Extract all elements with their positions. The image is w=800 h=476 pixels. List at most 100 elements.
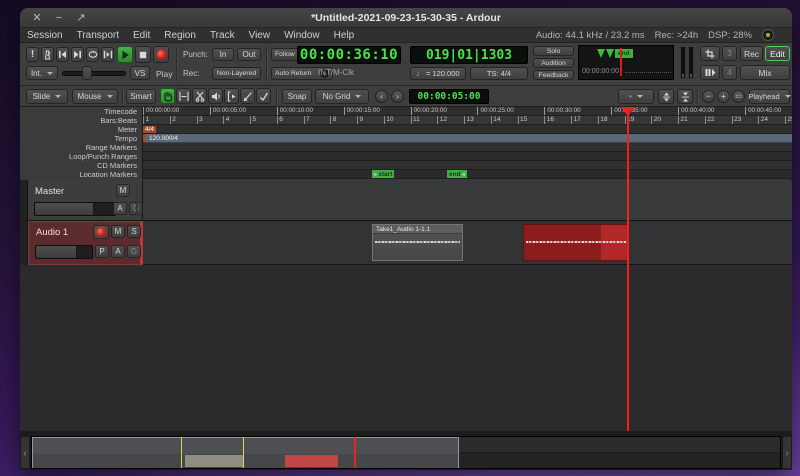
nudge-forward-button[interactable]: › bbox=[391, 90, 404, 103]
range-markers-ruler[interactable] bbox=[143, 143, 792, 152]
shuttle-handle[interactable] bbox=[82, 66, 92, 80]
mixer-page-button[interactable]: Mix bbox=[740, 65, 790, 80]
monitor-button[interactable]: Feedback bbox=[533, 70, 574, 80]
menu-item[interactable]: Track bbox=[203, 28, 242, 43]
script-action-3-button[interactable]: 3 bbox=[722, 46, 737, 61]
shuttle-track[interactable] bbox=[62, 71, 126, 76]
monitor-button[interactable]: Solo bbox=[533, 46, 574, 56]
region-recording[interactable] bbox=[523, 224, 629, 261]
editor-page-button[interactable]: Edit bbox=[765, 46, 790, 61]
snap-button[interactable]: Snap bbox=[282, 89, 312, 104]
menu-item[interactable]: Help bbox=[327, 28, 362, 43]
grab-tool-button[interactable] bbox=[160, 88, 175, 104]
secondary-clock[interactable]: 019|01|1303 bbox=[410, 46, 528, 64]
edit-mode-dropdown[interactable]: Slide bbox=[26, 89, 68, 104]
track-group-strip[interactable] bbox=[20, 180, 28, 265]
meter-marker[interactable]: 4/4 bbox=[143, 126, 156, 134]
nudge-clock[interactable]: 00:00:05:00 bbox=[409, 89, 489, 104]
cut-tool-button[interactable] bbox=[192, 88, 207, 104]
smart-mode-button[interactable]: Smart bbox=[126, 89, 156, 104]
editor-canvas[interactable] bbox=[20, 265, 792, 431]
expand-tracks-button[interactable] bbox=[677, 89, 693, 104]
record-mode-button[interactable]: Non-Layered bbox=[212, 67, 261, 80]
marker-visibility-dropdown[interactable]: • bbox=[618, 89, 654, 104]
master-track-name[interactable]: Master bbox=[35, 186, 64, 197]
menu-item[interactable]: Edit bbox=[126, 28, 157, 43]
loop-button[interactable] bbox=[86, 47, 99, 62]
audio1-track-name[interactable]: Audio 1 bbox=[36, 227, 68, 238]
audio1-group-button[interactable]: G bbox=[127, 245, 141, 258]
zoom-out-button[interactable]: − bbox=[702, 90, 715, 103]
tempo-ruler[interactable]: 120.000/4 bbox=[143, 134, 792, 143]
edit-point-tool-button[interactable] bbox=[256, 88, 271, 104]
start-marker[interactable]: ▸start bbox=[372, 170, 394, 179]
vari-speed-button[interactable]: VS bbox=[130, 66, 150, 80]
mini-end-marker[interactable]: end bbox=[615, 49, 633, 58]
punch-out-button[interactable]: Out bbox=[237, 48, 261, 61]
menu-item[interactable]: Window bbox=[277, 28, 327, 43]
ruler-label[interactable]: Timecode bbox=[20, 107, 142, 116]
monitor-button[interactable]: Audition bbox=[533, 58, 574, 68]
zoom-focus-dropdown[interactable]: Playhead bbox=[749, 89, 790, 104]
ruler-label[interactable]: Range Markers bbox=[20, 143, 142, 152]
audio1-gain-fader[interactable] bbox=[35, 245, 93, 259]
summary-view[interactable] bbox=[31, 436, 781, 469]
timecode-ruler[interactable]: 00:00:00:0000:00:05:0000:00:10:0000:00:1… bbox=[143, 107, 792, 116]
menu-item[interactable]: Region bbox=[157, 28, 203, 43]
audition-tool-button[interactable] bbox=[208, 88, 223, 104]
draw-tool-button[interactable] bbox=[240, 88, 255, 104]
recorder-page-button[interactable]: Rec bbox=[740, 46, 763, 61]
ruler-label[interactable]: Loop/Punch Ranges bbox=[20, 152, 142, 161]
master-gain-fader[interactable] bbox=[34, 202, 116, 216]
tempo-marker[interactable]: 120.000/4 bbox=[147, 135, 180, 143]
end-marker[interactable]: end◂ bbox=[447, 170, 467, 179]
summary-scroll-right-button[interactable]: › bbox=[782, 436, 792, 469]
script-action-4-button[interactable]: 4 bbox=[722, 65, 737, 80]
cue-markers-button[interactable] bbox=[700, 46, 720, 61]
ruler-label[interactable]: Meter bbox=[20, 125, 142, 134]
location-markers-ruler[interactable]: ▸start end◂ bbox=[143, 170, 792, 179]
time-signature-button[interactable]: TS: 4/4 bbox=[470, 67, 528, 80]
menu-item[interactable]: Transport bbox=[70, 28, 126, 43]
range-tool-button[interactable] bbox=[176, 88, 191, 104]
loop-punch-ruler[interactable] bbox=[143, 152, 792, 161]
menu-item[interactable]: Session bbox=[20, 28, 70, 43]
meterbridge-button[interactable] bbox=[700, 65, 720, 80]
metronome-button[interactable] bbox=[41, 47, 54, 62]
tempo-button[interactable]: ♩ = 120.000 bbox=[410, 67, 466, 80]
region-take1[interactable]: Take1_Audio 1-1.1 bbox=[372, 224, 463, 261]
grid-mode-dropdown[interactable]: No Grid bbox=[315, 89, 369, 104]
master-track-header[interactable]: Master M A G bbox=[28, 180, 143, 221]
primary-clock[interactable]: 00:00:36:10 bbox=[297, 46, 401, 64]
go-to-start-button[interactable] bbox=[56, 47, 69, 62]
play-range-button[interactable] bbox=[101, 47, 114, 62]
master-automation-button[interactable]: A bbox=[113, 202, 127, 215]
cd-markers-ruler[interactable] bbox=[143, 161, 792, 170]
ruler-label[interactable]: CD Markers bbox=[20, 161, 142, 170]
meter-ruler[interactable]: 4/4 bbox=[143, 125, 792, 134]
audio1-playlist-button[interactable]: P bbox=[95, 245, 109, 258]
ruler-label[interactable]: Bars:Beats bbox=[20, 116, 142, 125]
ruler-label[interactable]: Location Markers bbox=[20, 170, 142, 179]
record-arm-button[interactable] bbox=[153, 46, 169, 63]
audio1-track-lane[interactable]: Take1_Audio 1-1.1 bbox=[143, 221, 792, 265]
punch-in-button[interactable]: In bbox=[212, 48, 234, 61]
ruler-label[interactable]: Tempo bbox=[20, 134, 142, 143]
audio1-record-arm-button[interactable] bbox=[93, 225, 109, 239]
audio1-track-header[interactable]: Audio 1 M S P A G bbox=[28, 221, 143, 265]
mouse-mode-dropdown[interactable]: Mouse bbox=[72, 89, 118, 104]
mini-timeline[interactable]: end 00:00:00:00 bbox=[578, 45, 674, 80]
summary-view-rectangle[interactable] bbox=[32, 437, 459, 469]
titlebar[interactable]: ✕ − ↗ *Untitled-2021-09-23-15-30-35 - Ar… bbox=[20, 8, 792, 28]
midi-panic-button[interactable]: ! bbox=[26, 47, 39, 62]
bars-beats-ruler[interactable]: 1234567891011121314151617181920212223242… bbox=[143, 116, 792, 125]
nudge-back-button[interactable]: ‹ bbox=[375, 90, 388, 103]
shrink-tracks-button[interactable] bbox=[658, 89, 674, 104]
master-mute-button[interactable]: M bbox=[116, 184, 130, 197]
audio1-mute-button[interactable]: M bbox=[111, 225, 125, 238]
menu-item[interactable]: View bbox=[242, 28, 278, 43]
go-to-end-button[interactable] bbox=[71, 47, 84, 62]
stop-button[interactable] bbox=[135, 46, 151, 63]
playhead-line[interactable] bbox=[627, 107, 629, 431]
zoom-to-session-button[interactable]: ▭ bbox=[732, 90, 745, 103]
